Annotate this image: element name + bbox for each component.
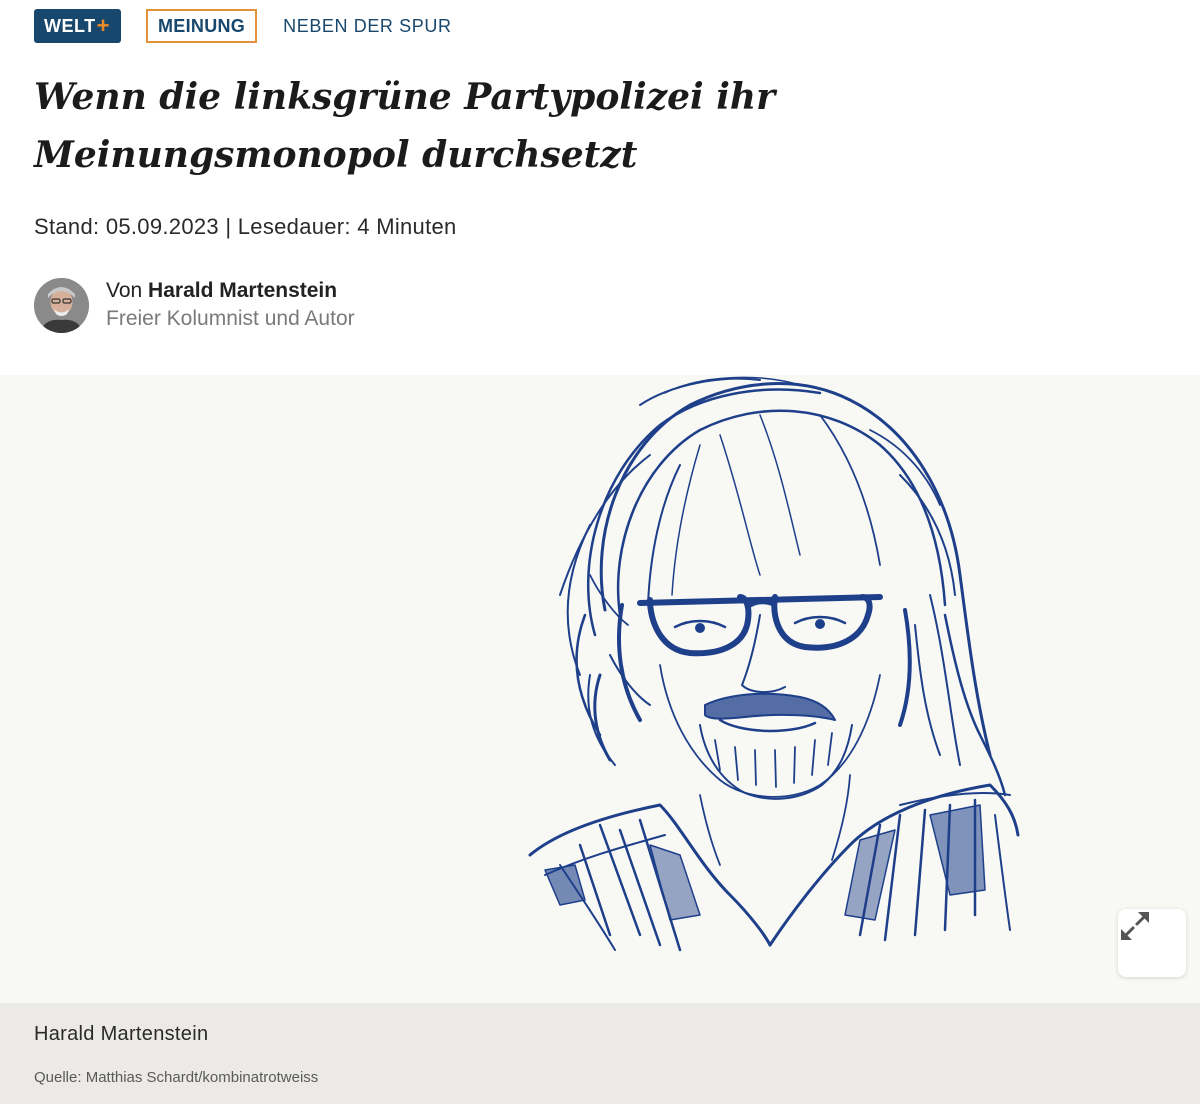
article-meta: Stand: 05.09.2023 | Lesedauer: 4 Minuten	[34, 214, 457, 239]
portrait-sketch	[528, 376, 1020, 952]
expand-arrows-icon	[1121, 912, 1149, 940]
plus-label: +	[96, 13, 111, 38]
caption-title: Harald Martenstein	[34, 1023, 209, 1045]
rubrik-link[interactable]: NEBEN DER SPUR	[283, 16, 451, 37]
author-role: Freier Kolumnist und Autor	[106, 307, 355, 330]
article-headline: Wenn die linksgrüne Partypolizei ihr Mei…	[34, 76, 776, 176]
meinung-tag[interactable]: MEINUNG	[146, 9, 258, 43]
welt-plus-badge[interactable]: WELT +	[34, 9, 121, 43]
author-block: Von Harald Martenstein Freier Kolumnist …	[34, 277, 355, 333]
author-byline: Von Harald Martenstein	[106, 277, 355, 305]
author-avatar[interactable]	[34, 277, 89, 333]
welt-label: WELT	[44, 15, 96, 36]
caption-source: Quelle: Matthias Schardt/kombinatrotweis…	[34, 1069, 319, 1086]
article-tags: WELT + MEINUNG NEBEN DER SPUR	[34, 9, 452, 43]
author-name[interactable]: Harald Martenstein	[148, 279, 337, 302]
author-prefix: Von	[106, 279, 149, 302]
expand-image-button[interactable]	[1118, 909, 1186, 977]
image-caption: Harald Martenstein Quelle: Matthias Scha…	[0, 1003, 1200, 1104]
hero-image[interactable]	[0, 375, 1200, 1003]
